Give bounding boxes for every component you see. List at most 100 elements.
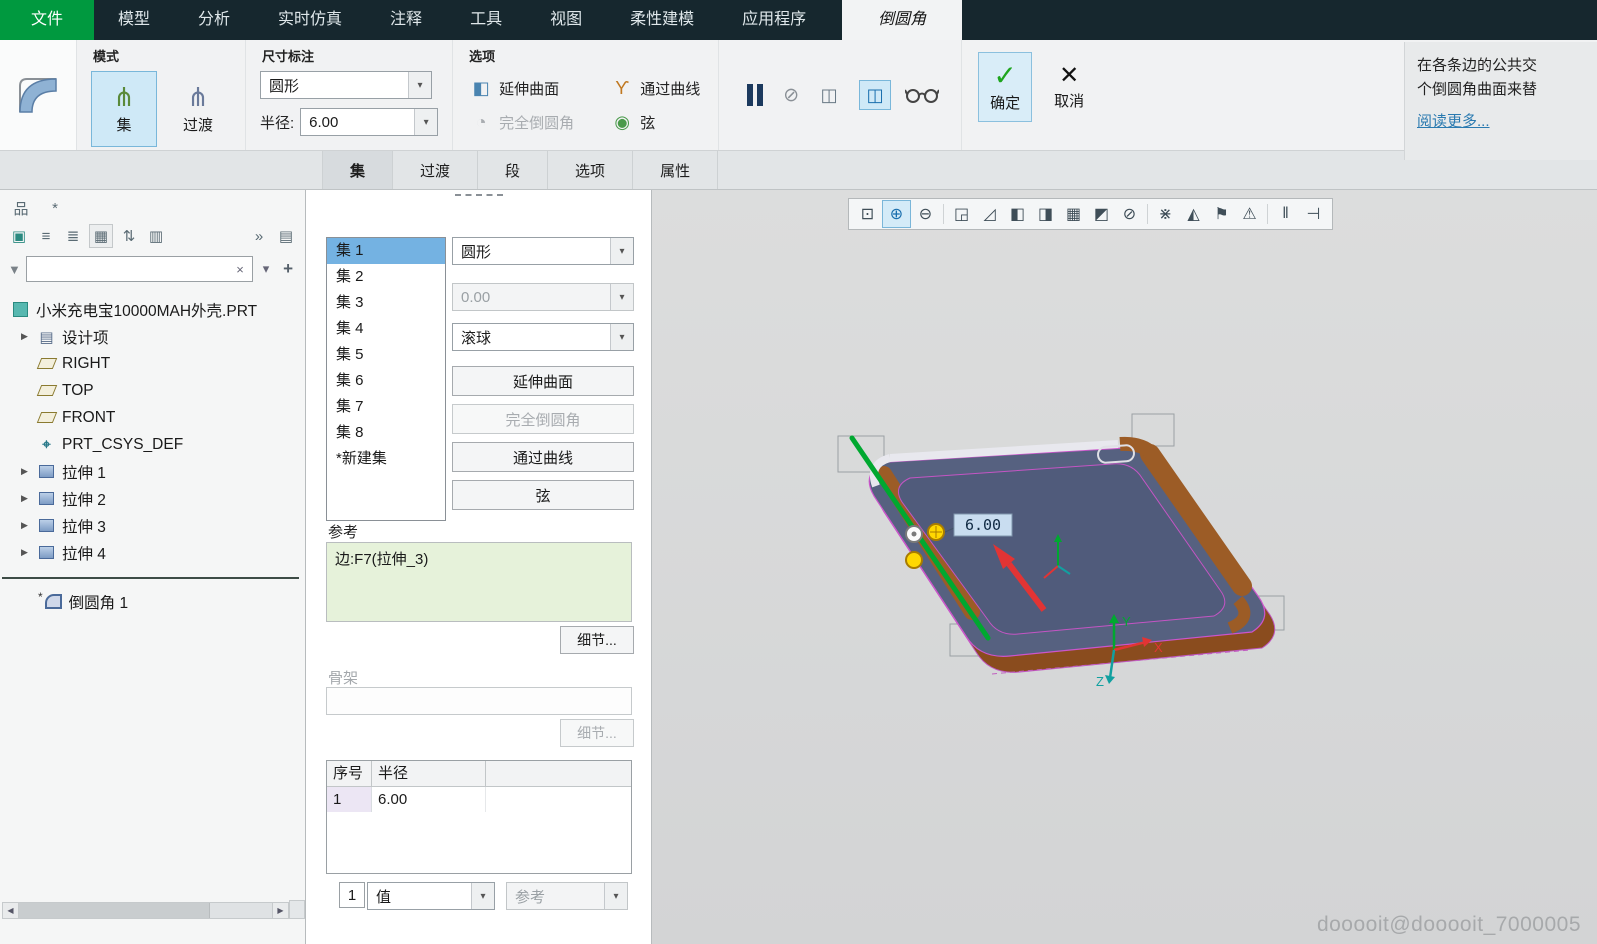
extend-surfaces-panel-button[interactable]: 延伸曲面 <box>452 366 634 396</box>
clear-search-icon[interactable]: × <box>232 262 248 277</box>
detail-list-icon[interactable]: ≣ <box>62 225 84 247</box>
menu-flex-modeling[interactable]: 柔性建模 <box>606 0 718 40</box>
section-clip-icon[interactable]: ◭ <box>1180 201 1207 227</box>
tree-node-extrude-2[interactable]: ▶ 拉伸 2 <box>0 485 305 512</box>
menu-live-sim[interactable]: 实时仿真 <box>254 0 366 40</box>
menu-tools[interactable]: 工具 <box>446 0 526 40</box>
tab-options[interactable]: 选项 <box>548 151 634 189</box>
menu-file[interactable]: 文件 <box>0 0 94 40</box>
chevron-down-icon[interactable]: ▾ <box>408 72 431 98</box>
play-to-end-icon[interactable]: ⊣ <box>1300 201 1327 227</box>
capture-image-icon[interactable]: ▦ <box>1060 201 1087 227</box>
part-cube-icon[interactable]: ▣ <box>8 225 30 247</box>
menu-model[interactable]: 模型 <box>94 0 174 40</box>
radius-combo[interactable]: 6.00 ▾ <box>300 108 439 136</box>
warning-icon[interactable]: ⚠ <box>1236 201 1263 227</box>
chevron-down-icon[interactable]: ▾ <box>610 238 633 264</box>
set-item-8[interactable]: 集 8 <box>327 420 445 446</box>
extend-surfaces-button[interactable]: ◧ 延伸曲面 <box>467 71 578 105</box>
refit-icon[interactable]: ◲ <box>948 201 975 227</box>
expand-icon[interactable]: ▶ <box>18 466 31 477</box>
tab-sets[interactable]: 集 <box>322 151 394 189</box>
references-details-button[interactable]: 细节... <box>560 626 634 654</box>
tree-node-extrude-3[interactable]: ▶ 拉伸 3 <box>0 512 305 539</box>
expand-icon[interactable]: ▶ <box>18 547 31 558</box>
menu-applications[interactable]: 应用程序 <box>718 0 830 40</box>
spine-details-button[interactable]: 细节... <box>560 719 634 747</box>
filter-icon[interactable]: ▼ <box>8 262 21 277</box>
full-round-panel-button[interactable]: 完全倒圆角 <box>452 404 634 434</box>
menu-annotate[interactable]: 注释 <box>366 0 446 40</box>
anchor-drag-handle[interactable] <box>905 551 923 569</box>
tab-transitions[interactable]: 过渡 <box>393 151 479 189</box>
set-item-6[interactable]: 集 6 <box>327 368 445 394</box>
suppress-display-icon[interactable]: ⊘ <box>1116 201 1143 227</box>
list-view-icon[interactable]: ≡ <box>35 225 57 247</box>
pause-regen-icon[interactable]: ‖ <box>1272 201 1299 227</box>
shape-type-select[interactable]: 圆形 ▾ <box>260 71 432 99</box>
ok-button[interactable]: ✓ 确定 <box>978 52 1033 122</box>
mode-set-button[interactable]: ⋔ 集 <box>91 71 157 147</box>
set-item-3[interactable]: 集 3 <box>327 290 445 316</box>
zoom-window-icon[interactable]: ⊡ <box>854 201 881 227</box>
grid-view-icon[interactable]: ▦ <box>89 224 113 248</box>
expand-icon[interactable]: ▶ <box>18 493 31 504</box>
menu-view[interactable]: 视图 <box>526 0 606 40</box>
tab-properties[interactable]: 属性 <box>633 151 719 189</box>
scroll-left-icon[interactable]: ◀ <box>3 903 19 918</box>
menu-round-active-tab[interactable]: 倒圆角 <box>842 0 963 40</box>
full-round-button[interactable]: ◔ 完全倒圆角 <box>467 105 578 139</box>
tree-horizontal-scrollbar[interactable]: ◀ ▶ <box>2 902 289 919</box>
no-preview-icon[interactable]: ⊘ <box>783 84 799 107</box>
tree-node-top-plane[interactable]: TOP <box>0 377 305 404</box>
spine-collector[interactable] <box>326 687 632 715</box>
search-dropdown-icon[interactable]: ▾ <box>258 261 274 277</box>
add-filter-icon[interactable]: + <box>279 259 297 279</box>
set-item-5[interactable]: 集 5 <box>327 342 445 368</box>
columns-icon[interactable]: ▥ <box>145 225 167 247</box>
read-more-link[interactable]: 阅读更多... <box>1417 110 1490 134</box>
tree-search-input[interactable] <box>30 260 233 278</box>
model-3d[interactable]: 6.00 Y X Z <box>802 402 1362 742</box>
set-item-2[interactable]: 集 2 <box>327 264 445 290</box>
chord-button[interactable]: ◉ 弦 <box>608 105 704 139</box>
scrollbar-track[interactable] <box>210 903 272 918</box>
pause-button[interactable] <box>741 78 769 112</box>
expand-icon[interactable]: ▶ <box>18 520 31 531</box>
radius-dim-label[interactable]: 6.00 <box>965 516 1001 534</box>
scrollbar-thumb[interactable] <box>19 903 210 918</box>
model-tree-toggle-icon[interactable]: 品 <box>10 197 32 219</box>
preview-attach-toggle[interactable]: ◫ <box>813 80 845 110</box>
zoom-out-icon[interactable]: ⊖ <box>912 201 939 227</box>
radius-row-value[interactable]: 6.00 <box>372 787 486 812</box>
through-curve-button[interactable]: ϒ 通过曲线 <box>608 71 704 105</box>
shaded-view-icon[interactable]: ◩ <box>1088 201 1115 227</box>
scroll-right-icon[interactable]: ▶ <box>272 903 288 918</box>
tree-node-extrude-4[interactable]: ▶ 拉伸 4 <box>0 539 305 566</box>
overflow-icon[interactable]: » <box>248 225 270 247</box>
tree-node-extrude-1[interactable]: ▶ 拉伸 1 <box>0 458 305 485</box>
set-item-7[interactable]: 集 7 <box>327 394 445 420</box>
tree-node-csys[interactable]: ⌖ PRT_CSYS_DEF <box>0 431 305 458</box>
annotation-flag-icon[interactable]: ⚑ <box>1208 201 1235 227</box>
zoom-in-icon[interactable]: ⊕ <box>882 200 911 228</box>
section-shape-select[interactable]: 圆形 ▾ <box>452 237 634 265</box>
favorites-icon[interactable]: * <box>44 197 66 219</box>
mode-transition-button[interactable]: ⋔ 过渡 <box>165 71 231 147</box>
verify-glasses-icon[interactable] <box>905 87 940 103</box>
tree-panel-icon[interactable]: ▤ <box>275 225 297 247</box>
cancel-button[interactable]: ✕ 取消 <box>1042 52 1096 122</box>
value-mode-select[interactable]: 值 ▾ <box>367 882 495 910</box>
repaint-icon[interactable]: ◿ <box>976 201 1003 227</box>
expand-icon[interactable]: ▶ <box>18 331 31 342</box>
tree-node-front-plane[interactable]: FRONT <box>0 404 305 431</box>
insert-here-locator[interactable] <box>2 577 299 579</box>
set-item-1[interactable]: 集 1 <box>327 238 445 264</box>
tab-pieces[interactable]: 段 <box>478 151 549 189</box>
table-row[interactable]: 1 6.00 <box>327 787 631 812</box>
axes-display-icon[interactable]: ⋇ <box>1152 201 1179 227</box>
reference-item[interactable]: 边:F7(拉伸_3) <box>335 548 623 569</box>
set-item-4[interactable]: 集 4 <box>327 316 445 342</box>
display-style-icon[interactable]: ◧ <box>1004 201 1031 227</box>
tree-node-part-root[interactable]: 小米充电宝10000MAH外壳.PRT <box>0 296 305 323</box>
